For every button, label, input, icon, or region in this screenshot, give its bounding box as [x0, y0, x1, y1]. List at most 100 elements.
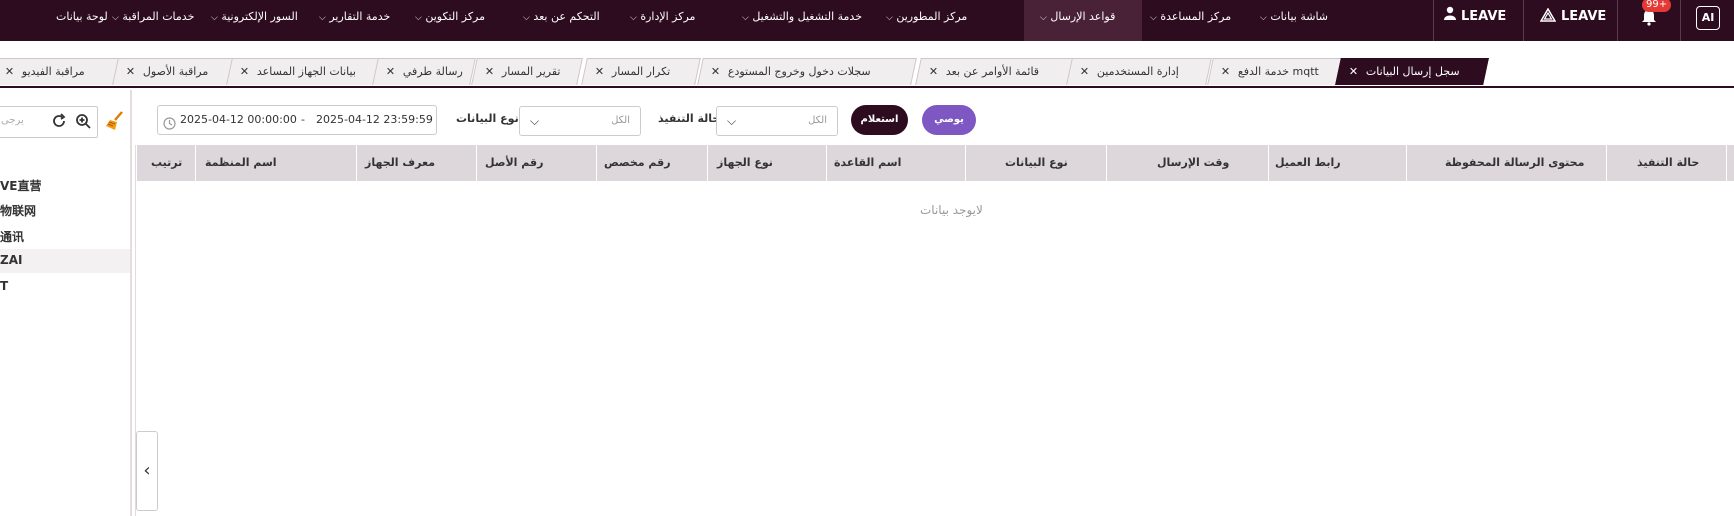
- divider: [1726, 145, 1727, 181]
- nav-config-center[interactable]: ⌵ مركز التكوين: [409, 0, 485, 33]
- divider: [1106, 145, 1107, 181]
- close-icon[interactable]: ✕: [595, 59, 604, 85]
- nav-admin-center[interactable]: ⌵ مركز الإدارة: [624, 0, 695, 33]
- nav-operations[interactable]: ⌵ خدمة التشغيل والتشغيل: [736, 0, 862, 33]
- divider: [1523, 0, 1524, 41]
- nav-electronic-fence[interactable]: ⌵ السور الإلكترونية: [205, 0, 298, 33]
- divider: [476, 145, 477, 181]
- column-header[interactable]: حالة التنفيذ: [1637, 145, 1699, 181]
- nav-send-rules[interactable]: ⌵ قواعد الإرسال: [1024, 0, 1142, 41]
- close-icon[interactable]: ✕: [711, 59, 720, 85]
- column-header[interactable]: نوع البيانات: [1005, 145, 1068, 181]
- tab-asset-monitoring[interactable]: ✕ مراقبة الأصول: [112, 58, 234, 85]
- tab-data-send-log[interactable]: ✕ سجل إرسال البيانات: [1335, 58, 1489, 85]
- tree-item[interactable]: T: [0, 279, 8, 293]
- user-icon: [1444, 0, 1456, 20]
- column-header[interactable]: اسم المنظمة: [205, 145, 277, 181]
- column-header[interactable]: وقت الإرسال: [1157, 145, 1229, 181]
- tab-warehouse-logs[interactable]: ✕ سجلات دخول وخروج المستودع: [697, 58, 917, 85]
- column-header[interactable]: محتوى الرسالة المحفوظة: [1445, 145, 1584, 181]
- chevron-down-icon: ⌵: [1040, 13, 1047, 23]
- close-icon[interactable]: ✕: [929, 59, 938, 85]
- divider: [1433, 0, 1434, 41]
- org-logo-icon: [1539, 2, 1557, 22]
- top-nav-bar: لوحة بيانات ⌵ خدمات المراقبة ⌵ السور الإ…: [0, 0, 1734, 41]
- tree-item[interactable]: 通讯: [0, 228, 24, 245]
- date-range-picker[interactable]: 2025-04-12 00:00:00 - 2025-04-12 23:59:5…: [157, 105, 437, 135]
- close-icon[interactable]: ✕: [1349, 59, 1358, 85]
- tab-video-monitoring[interactable]: ✕ مراقبة الفيديو: [0, 58, 121, 85]
- chevron-down-icon: ⌵: [319, 13, 326, 23]
- close-icon[interactable]: ✕: [1221, 59, 1230, 85]
- chevron-down-icon: ⌵: [530, 114, 540, 128]
- data-type-value: الكل: [611, 115, 630, 126]
- column-header[interactable]: رقم مخصص: [604, 145, 671, 181]
- divider: [1606, 145, 1607, 181]
- org-menu[interactable]: LEAVE: [1539, 0, 1606, 33]
- divider: [707, 145, 708, 181]
- tree-item[interactable]: VE直营: [0, 177, 42, 194]
- chevron-down-icon: ⌵: [211, 13, 218, 23]
- column-header[interactable]: معرف الجهاز: [365, 145, 435, 181]
- close-icon[interactable]: ✕: [1080, 59, 1089, 85]
- tab-bar: ✕ مراقبة الفيديو ✕ مراقبة الأصول ✕ بيانات ا…: [0, 50, 1734, 88]
- tab-aux-device-data[interactable]: ✕ بيانات الجهاز المساعد: [226, 58, 382, 85]
- nav-remote-control[interactable]: ⌵ التحكم عن بعد: [517, 0, 600, 33]
- clock-icon: [163, 113, 176, 141]
- divider: [1617, 0, 1618, 41]
- divider: [596, 145, 597, 181]
- close-icon[interactable]: ✕: [5, 59, 14, 85]
- chevron-down-icon: ⌵: [415, 13, 422, 23]
- user-name: LEAVE: [1461, 9, 1507, 24]
- close-icon[interactable]: ✕: [386, 59, 395, 85]
- tab-route-report[interactable]: ✕ تقرير المسار: [471, 58, 583, 85]
- broom-clear-icon[interactable]: [104, 110, 126, 136]
- data-type-label: نوع البيانات: [456, 112, 519, 125]
- column-header[interactable]: رابط العميل: [1275, 145, 1341, 181]
- exec-status-label: حالة التنفيذ: [658, 112, 721, 125]
- zoom-in-icon[interactable]: [75, 113, 91, 133]
- tree-item[interactable]: ZAI: [0, 253, 22, 267]
- query-button[interactable]: استعلام: [851, 105, 908, 135]
- column-header[interactable]: اسم القاعدة: [834, 145, 901, 181]
- chevron-down-icon: ⌵: [523, 13, 530, 23]
- divider: [826, 145, 827, 181]
- nav-developer-center[interactable]: ⌵ مركز المطورين: [880, 0, 967, 33]
- column-header[interactable]: نوع الجهاز: [717, 145, 773, 181]
- tab-terminal-message[interactable]: ✕ رسالة طرفي: [372, 58, 476, 85]
- nav-monitoring-services[interactable]: ⌵ خدمات المراقبة: [106, 0, 194, 33]
- nav-reports[interactable]: ⌵ خدمة التقارير: [313, 0, 390, 33]
- empty-state-text: لايوجد بيانات: [920, 203, 983, 217]
- tab-user-management[interactable]: ✕ إدارة المستخدمين: [1066, 58, 1212, 85]
- divider: [356, 145, 357, 181]
- close-icon[interactable]: ✕: [126, 59, 135, 85]
- tree-item[interactable]: 物联网: [0, 202, 36, 219]
- ai-logo[interactable]: AI: [1696, 6, 1720, 30]
- chevron-down-icon: ⌵: [112, 13, 119, 23]
- date-end: 2025-04-12 23:59:59: [316, 113, 433, 126]
- date-separator: -: [301, 113, 305, 126]
- nav-data-screen[interactable]: ⌵ شاشة بيانات: [1254, 0, 1328, 33]
- collapse-panel-button[interactable]: ‹: [136, 431, 158, 511]
- column-header[interactable]: رقم الأصل: [485, 145, 543, 181]
- chevron-down-icon: ⌵: [1260, 13, 1267, 23]
- tab-mqtt-push[interactable]: ✕ خدمة الدفع mqtt: [1207, 58, 1345, 85]
- nav-dashboard[interactable]: لوحة بيانات: [56, 0, 108, 33]
- exec-status-value: الكل: [808, 115, 827, 126]
- column-header[interactable]: ترتيب: [151, 145, 182, 181]
- exec-status-select[interactable]: ⌵ الكل: [716, 106, 838, 136]
- chevron-down-icon: ⌵: [630, 13, 637, 23]
- tab-route-repeat[interactable]: ✕ تكرار المسار: [581, 58, 701, 85]
- close-icon[interactable]: ✕: [485, 59, 494, 85]
- divider: [195, 145, 196, 181]
- chevron-left-icon: ‹: [143, 460, 151, 481]
- user-menu[interactable]: LEAVE: [1444, 0, 1506, 33]
- data-type-select[interactable]: ⌵ الكل: [519, 106, 641, 136]
- refresh-icon[interactable]: [51, 113, 67, 133]
- tab-remote-commands[interactable]: ✕ قائمة الأوامر عن بعد: [915, 58, 1075, 85]
- org-search-input[interactable]: يرجى: [0, 106, 98, 138]
- recommend-button[interactable]: يوصي: [922, 105, 976, 135]
- close-icon[interactable]: ✕: [240, 59, 249, 85]
- nav-help-center[interactable]: ⌵ مركز المساعدة: [1144, 0, 1231, 33]
- search-placeholder: يرجى: [1, 115, 24, 126]
